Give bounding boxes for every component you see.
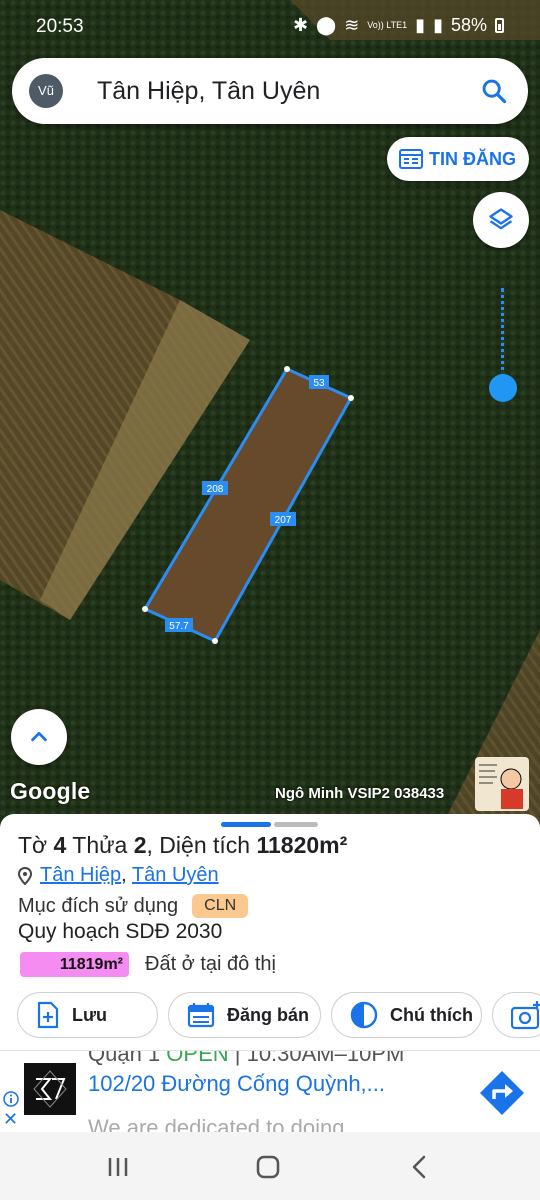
network-label: Vo)) LTE1 [367, 20, 408, 30]
save-label: Lưu [72, 1004, 108, 1025]
ward-link[interactable]: Tân Hiệp [40, 864, 121, 886]
post-label: Đăng bán [227, 1004, 310, 1025]
chevron-up-icon [31, 731, 47, 742]
status-time: 20:53 [36, 16, 84, 37]
parcel-boundary[interactable]: 53 208 207 57.7 [0, 0, 540, 830]
back-icon[interactable] [405, 1152, 435, 1182]
ad-district: Quận 1 [88, 1050, 167, 1066]
layers-icon [489, 208, 513, 230]
layers-button[interactable] [473, 192, 529, 248]
ad-banner[interactable]: ✕ Quận 1 OPEN | 10:30AM–10PM 102/20 Đườn… [0, 1050, 540, 1132]
ad-close-icon[interactable]: ✕ [3, 1110, 18, 1128]
recent-apps-icon[interactable] [103, 1152, 133, 1182]
ad-info-icon[interactable] [3, 1091, 19, 1107]
ad-tagline: We are dedicated to doing [88, 1115, 345, 1132]
battery-percent: 58% [450, 15, 487, 35]
sheet-handle[interactable] [221, 822, 271, 827]
watermark-text: Ngô Minh VSIP2 038433 [275, 785, 445, 802]
sheet-number: 4 [53, 832, 67, 858]
search-query[interactable]: Tân Hiệp, Tân Uyên [97, 77, 320, 106]
legend-label: Chú thích [390, 1004, 473, 1025]
action-row: Lưu Đăng bán Chú thích [17, 992, 540, 1038]
save-button[interactable]: Lưu [17, 992, 158, 1038]
ad-logo[interactable] [24, 1063, 76, 1115]
post-for-sale-button[interactable]: Đăng bán [168, 992, 321, 1038]
ad-address[interactable]: 102/20 Đường Cống Quỳnh,... [88, 1071, 385, 1097]
plan-row: 11819m² Đất ở tại đô thị [20, 952, 276, 977]
edge-label-bottom: 57.7 [169, 621, 189, 632]
district-link[interactable]: Tân Uyên [132, 864, 219, 886]
plan-title: Quy hoạch SDĐ 2030 [18, 920, 223, 943]
directions-icon[interactable] [478, 1069, 526, 1117]
bluetooth-icon: ✱ [292, 15, 309, 35]
camera-button[interactable] [492, 992, 540, 1038]
sheet-handle-secondary[interactable] [274, 822, 318, 827]
signal-icon: ▮ [415, 15, 426, 35]
signal-icon-2: ▮ [433, 15, 443, 35]
opacity-slider-handle[interactable] [489, 374, 517, 402]
opacity-slider-track[interactable] [501, 288, 505, 378]
area-prefix: , Diện tích [146, 832, 257, 858]
plot-prefix: Thửa [66, 832, 134, 858]
wifi-icon: ≋ [344, 15, 360, 35]
status-bar: 20:53 ✱ ⬤ ≋ Vo)) LTE1 ▮ ▮ 58% [0, 0, 540, 52]
user-avatar[interactable]: Vũ [29, 74, 63, 108]
parcel-location: Tân Hiệp, Tân Uyên [18, 864, 219, 887]
cartoon-avatar-image[interactable] [475, 757, 529, 811]
add-file-icon [37, 1001, 59, 1029]
google-logo: Google [10, 778, 91, 804]
search-bar[interactable]: Vũ Tân Hiệp, Tân Uyên [12, 58, 528, 124]
purpose-badge: CLN [192, 894, 249, 918]
parcel-title: Tờ 4 Thửa 2, Diện tích 11820m² [18, 832, 347, 859]
expand-button[interactable] [11, 709, 67, 765]
parcel-info-sheet[interactable]: Tờ 4 Thửa 2, Diện tích 11820m² Tân Hiệp,… [0, 814, 540, 1050]
edge-label-right: 207 [275, 515, 292, 526]
edge-label-left: 208 [207, 484, 224, 495]
calendar-icon [187, 1003, 215, 1028]
legend-button[interactable]: Chú thích [331, 992, 482, 1038]
battery-icon [495, 18, 504, 33]
add-photo-icon [511, 1001, 540, 1030]
ad-open-status: OPEN [166, 1050, 229, 1066]
listing-icon [399, 149, 423, 169]
ad-opening-hours: | 10:30AM–10PM [228, 1050, 405, 1066]
purpose-label: Mục đích sử dụng [18, 894, 179, 917]
location-pin-icon [18, 866, 32, 885]
system-navigation-bar [0, 1132, 540, 1200]
edge-label-top: 53 [313, 378, 325, 389]
land-use-purpose: Mục đích sử dụng CLN [18, 894, 249, 918]
ad-hours: Quận 1 OPEN | 10:30AM–10PM [88, 1050, 405, 1067]
location-icon: ⬤ [316, 15, 337, 35]
search-icon[interactable] [480, 77, 508, 105]
plot-number: 2 [133, 832, 147, 858]
sheet-prefix: Tờ [18, 832, 54, 858]
parcel-area: 11820m² [256, 832, 348, 858]
home-icon[interactable] [253, 1152, 283, 1182]
plan-description: Đất ở tại đô thị [145, 953, 276, 975]
tin-dang-label: TIN ĐĂNG [429, 148, 516, 169]
plan-area-chip: 11819m² [20, 952, 129, 977]
satellite-map[interactable]: 53 208 207 57.7 20:53 ✱ ⬤ ≋ Vo)) LTE1 ▮ … [0, 0, 540, 830]
tin-dang-button[interactable]: TIN ĐĂNG [387, 137, 529, 181]
location-separator: , [121, 864, 127, 886]
contrast-icon [350, 1001, 378, 1029]
